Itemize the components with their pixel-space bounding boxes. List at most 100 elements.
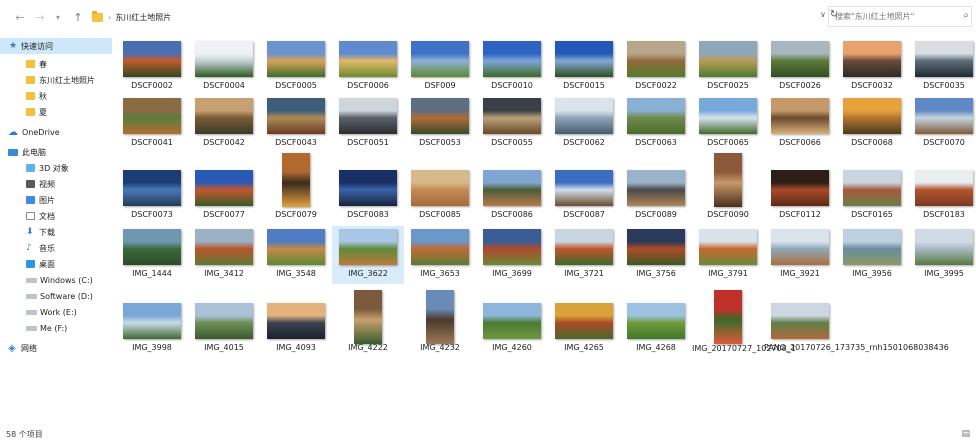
file-item[interactable]: DSCF0083 — [332, 167, 404, 225]
file-item[interactable]: DSCF0051 — [332, 95, 404, 153]
file-item[interactable]: DSCF0032 — [836, 38, 908, 96]
file-item[interactable]: DSCF0183 — [908, 167, 976, 225]
file-item[interactable]: DSCF0073 — [116, 167, 188, 225]
file-item[interactable]: IMG_4093 — [260, 300, 332, 358]
file-item[interactable]: IMG_4015 — [188, 300, 260, 358]
file-item[interactable]: DSCF0041 — [116, 95, 188, 153]
breadcrumb-separator-icon[interactable]: › — [108, 13, 111, 22]
file-item[interactable]: DSF009 — [404, 38, 476, 96]
file-item[interactable]: DSCF0086 — [476, 167, 548, 225]
file-item[interactable]: IMG_4260 — [476, 300, 548, 358]
file-item[interactable]: IMG_4222 — [332, 290, 404, 358]
search-icon[interactable]: ⌕ — [963, 10, 969, 21]
file-item[interactable]: DSCF0026 — [764, 38, 836, 96]
image-thumbnail — [627, 303, 685, 339]
file-item[interactable]: IMG_4232 — [404, 290, 476, 358]
file-item[interactable]: DSCF0079 — [260, 153, 332, 225]
file-item[interactable]: DSCF0042 — [188, 95, 260, 153]
file-item[interactable]: DSCF0002 — [116, 38, 188, 96]
file-item[interactable]: DSCF0070 — [908, 95, 976, 153]
file-item[interactable]: DSCF0055 — [476, 95, 548, 153]
file-item[interactable]: DSCF0063 — [620, 95, 692, 153]
file-item[interactable]: DSCF0165 — [836, 167, 908, 225]
file-item[interactable]: DSCF0053 — [404, 95, 476, 153]
file-item[interactable]: IMG_4268 — [620, 300, 692, 358]
sidebar-item[interactable]: 此电脑 — [0, 144, 112, 160]
file-name: DSCF0066 — [779, 138, 821, 147]
back-arrow-icon[interactable]: ← — [12, 9, 28, 25]
file-item[interactable]: PANO_20170726_173735_rnh1501068038436 — [764, 300, 949, 358]
address-history-chevron-icon[interactable]: ∨ — [820, 10, 826, 19]
recent-locations-chevron-icon[interactable]: ▾ — [50, 9, 66, 25]
sidebar-item-label: 快速访问 — [21, 41, 53, 51]
forward-arrow-icon[interactable]: → — [32, 9, 48, 25]
sidebar-item[interactable]: ⬇ 下载 — [0, 224, 112, 240]
file-name: DSCF0006 — [347, 81, 389, 90]
file-item[interactable]: IMG_3756 — [620, 226, 692, 284]
file-item[interactable]: IMG_3956 — [836, 226, 908, 284]
file-item[interactable]: DSCF0112 — [764, 167, 836, 225]
up-arrow-icon[interactable]: ↑ — [70, 9, 86, 25]
file-item[interactable]: DSCF0043 — [260, 95, 332, 153]
file-item[interactable]: DSCF0077 — [188, 167, 260, 225]
file-item[interactable]: DSCF0004 — [188, 38, 260, 96]
file-item[interactable]: DSCF0006 — [332, 38, 404, 96]
file-item[interactable]: IMG_1444 — [116, 226, 188, 284]
file-item[interactable]: DSCF0065 — [692, 95, 764, 153]
file-item[interactable]: DSCF0035 — [908, 38, 976, 96]
file-name: DSCF0026 — [779, 81, 821, 90]
file-item[interactable]: IMG_3998 — [116, 300, 188, 358]
sidebar-item[interactable]: Work (E:) — [0, 304, 112, 320]
file-item[interactable]: DSCF0005 — [260, 38, 332, 96]
file-item[interactable]: IMG_3548 — [260, 226, 332, 284]
sidebar-item[interactable]: Windows (C:) — [0, 272, 112, 288]
view-toggle-icon[interactable]: ▤ — [961, 429, 970, 439]
sidebar-item[interactable]: 图片 — [0, 192, 112, 208]
file-item[interactable]: DSCF0015 — [548, 38, 620, 96]
file-item[interactable]: IMG_3791 — [692, 226, 764, 284]
file-item[interactable]: DSCF0022 — [620, 38, 692, 96]
file-item[interactable]: IMG_3721 — [548, 226, 620, 284]
file-item[interactable]: DSCF0025 — [692, 38, 764, 96]
sidebar-item[interactable]: 春 — [0, 56, 112, 72]
sidebar-item[interactable]: ★ 快速访问 — [0, 38, 112, 54]
file-name: IMG_3921 — [780, 269, 820, 278]
sidebar-item[interactable]: 视频 — [0, 176, 112, 192]
sidebar-item[interactable]: 3D 对象 — [0, 160, 112, 176]
sidebar-item[interactable]: Software (D:) — [0, 288, 112, 304]
file-item[interactable]: DSCF0068 — [836, 95, 908, 153]
file-item[interactable]: IMG_3622 — [332, 226, 404, 284]
file-name: DSCF0112 — [779, 210, 821, 219]
file-item[interactable]: DSCF0066 — [764, 95, 836, 153]
image-thumbnail — [282, 153, 310, 207]
sidebar-item[interactable]: 桌面 — [0, 256, 112, 272]
sidebar-item[interactable]: 东川红土地照片 — [0, 72, 112, 88]
file-item[interactable]: IMG_3699 — [476, 226, 548, 284]
file-item[interactable]: IMG_20170727_102708_1 — [692, 290, 796, 358]
sidebar-item[interactable]: 夏 — [0, 104, 112, 120]
file-name: DSCF0053 — [419, 138, 461, 147]
file-item[interactable]: DSCF0087 — [548, 167, 620, 225]
file-item[interactable]: IMG_3995 — [908, 226, 976, 284]
sidebar-item[interactable]: ◈ 网络 — [0, 340, 112, 356]
sidebar-item[interactable]: ♪ 音乐 — [0, 240, 112, 256]
sidebar-item[interactable]: Me (F:) — [0, 320, 112, 336]
file-item[interactable]: IMG_4265 — [548, 300, 620, 358]
file-item[interactable]: DSCF0010 — [476, 38, 548, 96]
breadcrumb-current-folder[interactable]: 东川红土地照片 — [115, 12, 171, 23]
file-item[interactable]: IMG_3412 — [188, 226, 260, 284]
sidebar-item[interactable]: 文档 — [0, 208, 112, 224]
search-placeholder: 搜索"东川红土地照片" — [835, 12, 915, 21]
file-item[interactable]: IMG_3653 — [404, 226, 476, 284]
file-item[interactable]: DSCF0062 — [548, 95, 620, 153]
file-item[interactable]: DSCF0085 — [404, 167, 476, 225]
video-icon — [26, 180, 35, 188]
file-item[interactable]: DSCF0089 — [620, 167, 692, 225]
file-item[interactable]: IMG_3921 — [764, 226, 836, 284]
sidebar-item[interactable]: ☁ OneDrive — [0, 124, 112, 140]
sidebar-item-label: 东川红土地照片 — [39, 75, 95, 85]
sidebar-item[interactable]: 秋 — [0, 88, 112, 104]
search-input[interactable]: 搜索"东川红土地照片" ⌕ — [828, 6, 972, 27]
file-name: DSCF0063 — [635, 138, 677, 147]
file-item[interactable]: DSCF0090 — [692, 153, 764, 225]
